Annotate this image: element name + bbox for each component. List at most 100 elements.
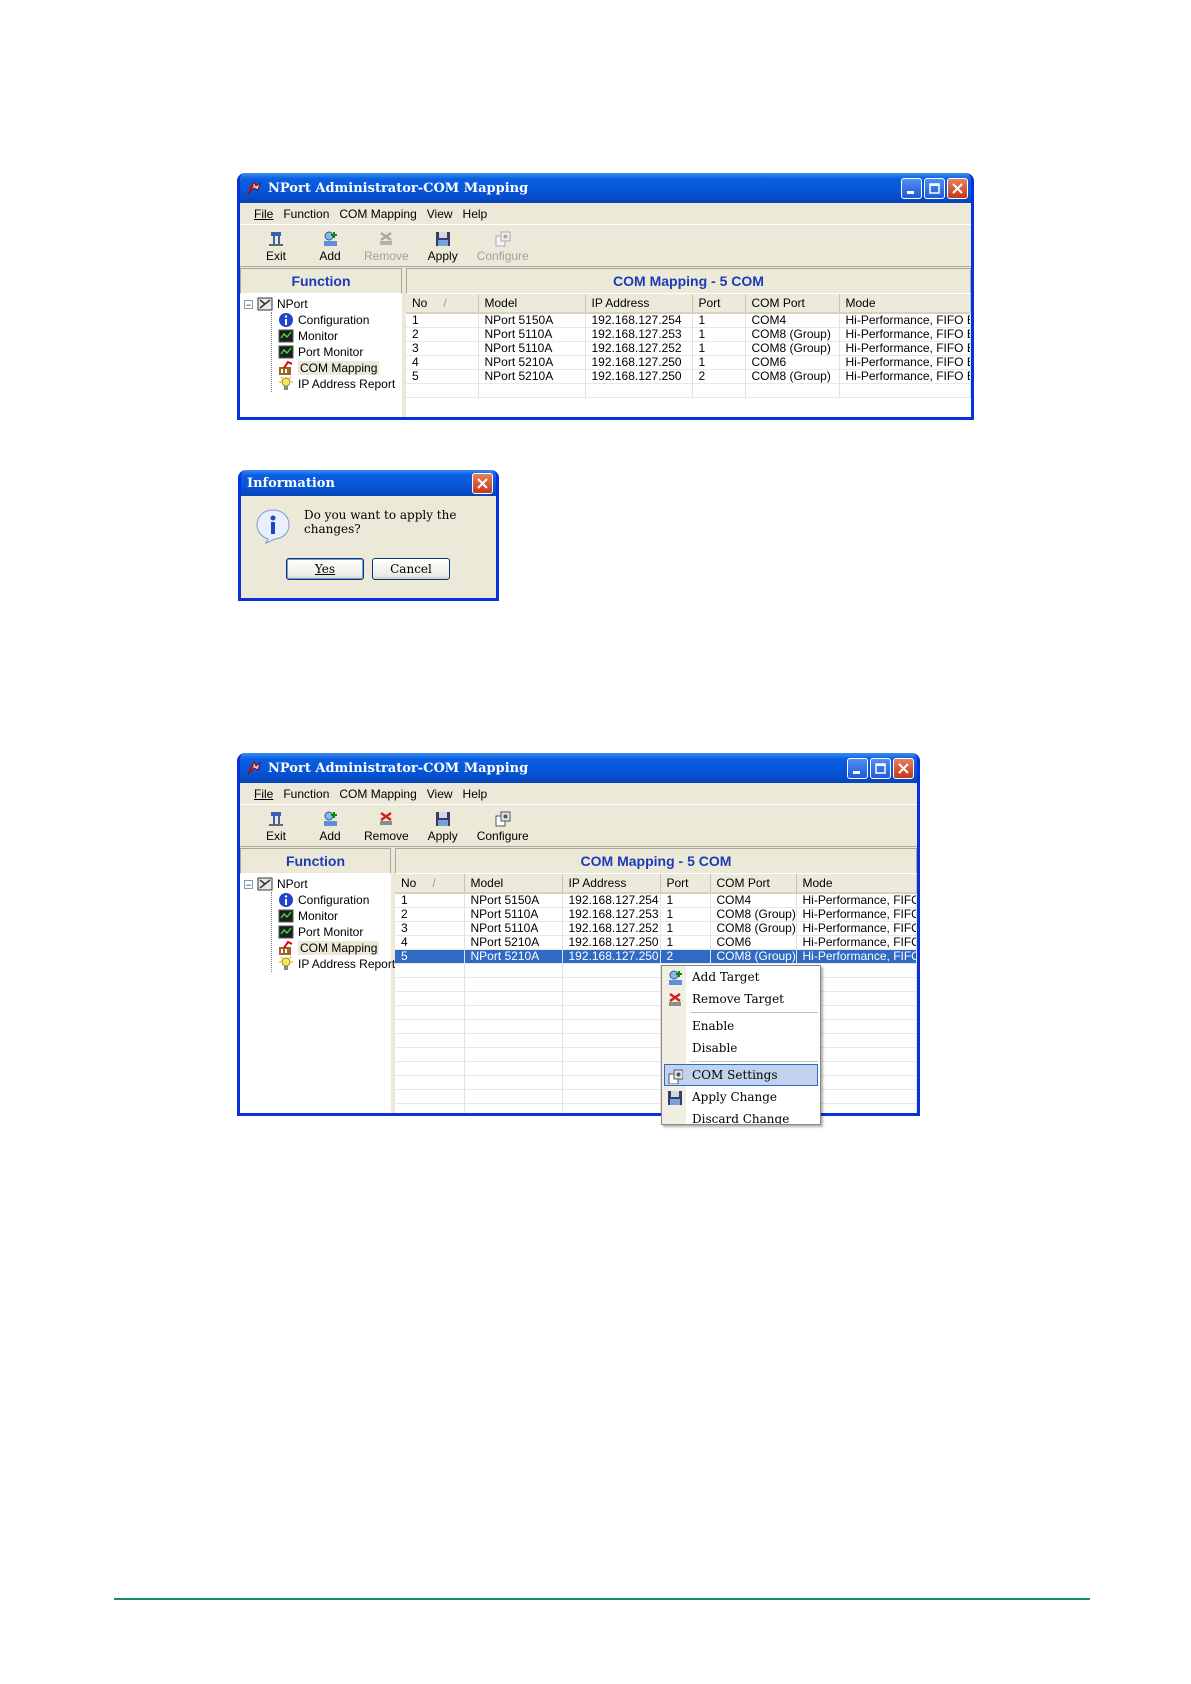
dialog-message: Do you want to apply the changes? (304, 508, 457, 536)
table-row[interactable]: 4 NPort 5210A 192.168.127.250 1 COM6 Hi-Perfo… (395, 935, 917, 950)
empty-row (395, 1047, 917, 1062)
empty-row (395, 977, 917, 992)
table-row[interactable]: 4 NPort 5210A 192.168.127.250 1 COM6 Hi-Perfo… (406, 355, 971, 370)
com-mapping-table: No / Model IP Address Port COM Port Mode … (406, 294, 971, 398)
menu-item-apply-change[interactable]: Apply Change (662, 1086, 820, 1108)
menu-item-disable[interactable]: Disable (662, 1037, 820, 1059)
table-row[interactable]: 3 NPort 5110A 192.168.127.252 1 COM8 (Group)… (395, 921, 917, 936)
table-cell: COM4 (710, 893, 797, 908)
dialog-titlebar[interactable]: Information (241, 470, 496, 496)
close-button[interactable] (893, 757, 914, 779)
table-cell: 2 (692, 369, 746, 384)
table-cell: COM4 (745, 313, 840, 328)
menu-com-mapping[interactable]: COM Mapping (339, 207, 416, 221)
tree-node-port-monitor[interactable]: Port Monitor (244, 924, 391, 940)
tree-node-port-monitor[interactable]: Port Monitor (244, 344, 402, 360)
tree-node-com-mapping[interactable]: COM Mapping (244, 360, 402, 376)
table-cell: Hi-Performance, FIFO E (839, 355, 971, 370)
table-cell: NPort 5110A (478, 327, 586, 342)
collapse-icon[interactable]: − (244, 879, 253, 889)
tree-node-com-mapping[interactable]: COM Mapping (244, 940, 391, 956)
column-header-ip-address[interactable]: IP Address (585, 294, 693, 314)
exit-button[interactable]: Exit (256, 230, 296, 263)
window-titlebar[interactable]: NPort Administrator-COM Mapping (240, 753, 917, 783)
menu-help[interactable]: Help (463, 787, 488, 801)
column-header-port[interactable]: Port (692, 294, 746, 314)
maximize-button[interactable] (924, 177, 945, 199)
menu-item-com-settings[interactable]: COM Settings (664, 1064, 818, 1086)
menu-function[interactable]: Function (283, 787, 329, 801)
com-mapping-table: No / Model IP Address Port COM Port Mode … (395, 874, 917, 1113)
apply-button[interactable]: Apply (423, 230, 463, 263)
menu-item-enable[interactable]: Enable (662, 1015, 820, 1037)
add-button[interactable]: Add (310, 810, 350, 843)
table-row[interactable]: 2 NPort 5110A 192.168.127.253 1 COM8 (Group)… (395, 907, 917, 922)
table-row[interactable]: 5 NPort 5210A 192.168.127.250 2 COM8 (Group)… (395, 949, 917, 964)
com-mapping-window-1: NPort Administrator-COM Mapping File Fun… (237, 173, 974, 420)
column-header-model[interactable]: Model (464, 874, 563, 894)
com-settings-icon (668, 1069, 683, 1084)
remove-button[interactable]: Remove (364, 810, 409, 843)
configure-button[interactable]: Configure (477, 230, 529, 263)
table-cell: 192.168.127.250 (562, 949, 661, 964)
maximize-button[interactable] (870, 757, 891, 779)
menu-view[interactable]: View (427, 787, 453, 801)
empty-cell (464, 1075, 563, 1090)
menu-file[interactable]: File (254, 207, 273, 221)
add-button[interactable]: Add (310, 230, 350, 263)
empty-cell (395, 991, 465, 1006)
tree-node-configuration[interactable]: Configuration (244, 892, 391, 908)
menu-separator (690, 1061, 818, 1062)
empty-row (395, 1103, 917, 1113)
menu-item-discard-change[interactable]: Discard Change (662, 1108, 820, 1124)
column-header-port[interactable]: Port (660, 874, 711, 894)
exit-button[interactable]: Exit (256, 810, 296, 843)
table-row[interactable]: 1 NPort 5150A 192.168.127.254 1 COM4 Hi-Perfo… (395, 893, 917, 908)
column-header-com-port[interactable]: COM Port (745, 294, 840, 314)
yes-button[interactable]: Yes (286, 558, 364, 580)
cancel-button[interactable]: Cancel (372, 558, 450, 580)
window-titlebar[interactable]: NPort Administrator-COM Mapping (240, 173, 971, 203)
column-header-mode[interactable]: Mode (796, 874, 917, 894)
remove-button[interactable]: Remove (364, 230, 409, 263)
menu-file[interactable]: File (254, 787, 273, 801)
empty-cell (692, 383, 746, 398)
collapse-icon[interactable]: − (244, 299, 253, 309)
tree-node-ip-address-report[interactable]: IP Address Report (244, 956, 395, 972)
menu-view[interactable]: View (427, 207, 453, 221)
column-header-no[interactable]: No / (395, 874, 465, 894)
empty-cell (464, 1061, 563, 1076)
column-header-com-port[interactable]: COM Port (710, 874, 797, 894)
menu-function[interactable]: Function (283, 207, 329, 221)
empty-cell (562, 977, 661, 992)
tree-node-ip-address-report[interactable]: IP Address Report (244, 376, 402, 392)
table-row[interactable]: 5 NPort 5210A 192.168.127.250 2 COM8 (Group)… (406, 369, 971, 384)
menu-help[interactable]: Help (463, 207, 488, 221)
table-row[interactable]: 3 NPort 5110A 192.168.127.252 1 COM8 (Group)… (406, 341, 971, 356)
table-cell: 1 (692, 341, 746, 356)
close-button[interactable] (947, 177, 968, 199)
tree-node-monitor[interactable]: Monitor (244, 328, 402, 344)
dialog-close-button[interactable] (472, 472, 493, 494)
tree-node-nport[interactable]: − NPort (244, 296, 402, 312)
table-row[interactable]: 2 NPort 5110A 192.168.127.253 1 COM8 (Group)… (406, 327, 971, 342)
minimize-button[interactable] (901, 177, 922, 199)
column-header-mode[interactable]: Mode (839, 294, 971, 314)
table-row[interactable]: 1 NPort 5150A 192.168.127.254 1 COM4 Hi-Perfo… (406, 313, 971, 328)
empty-row (395, 1089, 917, 1104)
menu-com-mapping[interactable]: COM Mapping (339, 787, 416, 801)
add-label: Add (319, 249, 341, 263)
menu-item-add-target[interactable]: Add Target (662, 966, 820, 988)
column-header-no[interactable]: No / (406, 294, 479, 314)
tree-node-monitor[interactable]: Monitor (244, 908, 391, 924)
column-header-ip-address[interactable]: IP Address (562, 874, 661, 894)
configure-button[interactable]: Configure (477, 810, 529, 843)
tree-node-configuration[interactable]: Configuration (244, 312, 402, 328)
tree-node-nport[interactable]: − NPort (244, 876, 391, 892)
column-header-model[interactable]: Model (478, 294, 586, 314)
menu-item-remove-target[interactable]: Remove Target (662, 988, 820, 1010)
dialog-title: Information (247, 475, 335, 491)
table-cell: 2 (406, 327, 479, 342)
minimize-button[interactable] (847, 757, 868, 779)
apply-button[interactable]: Apply (423, 810, 463, 843)
